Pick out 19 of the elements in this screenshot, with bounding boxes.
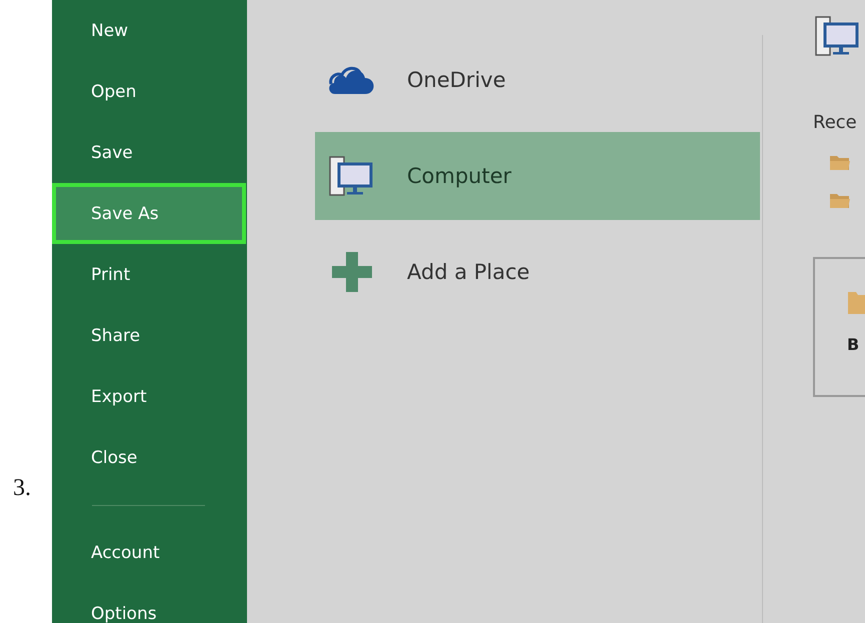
sidebar-item[interactable]: Print xyxy=(52,244,247,305)
sidebar-item[interactable]: Share xyxy=(52,305,247,366)
sidebar-item[interactable]: Options xyxy=(52,583,247,623)
sidebar-item[interactable]: Export xyxy=(52,366,247,427)
sidebar-item[interactable]: Save xyxy=(52,122,247,183)
place-item[interactable]: Add a Place xyxy=(315,228,760,316)
browse-button[interactable]: B xyxy=(813,257,865,397)
recent-heading: Rece xyxy=(813,112,857,133)
sidebar-item[interactable]: New xyxy=(52,0,247,61)
sidebar-item[interactable]: Save As xyxy=(52,183,246,244)
folder-icon[interactable] xyxy=(829,191,851,209)
folder-icon xyxy=(847,289,865,315)
sidebar-item[interactable]: Close xyxy=(52,427,247,488)
step-number: 3. xyxy=(13,475,31,502)
folder-icon[interactable] xyxy=(829,153,851,171)
sidebar-item[interactable]: Open xyxy=(52,61,247,122)
sidebar-item[interactable]: Account xyxy=(52,522,247,583)
place-item[interactable]: Computer xyxy=(315,132,760,220)
place-item[interactable]: OneDrive xyxy=(315,36,760,124)
